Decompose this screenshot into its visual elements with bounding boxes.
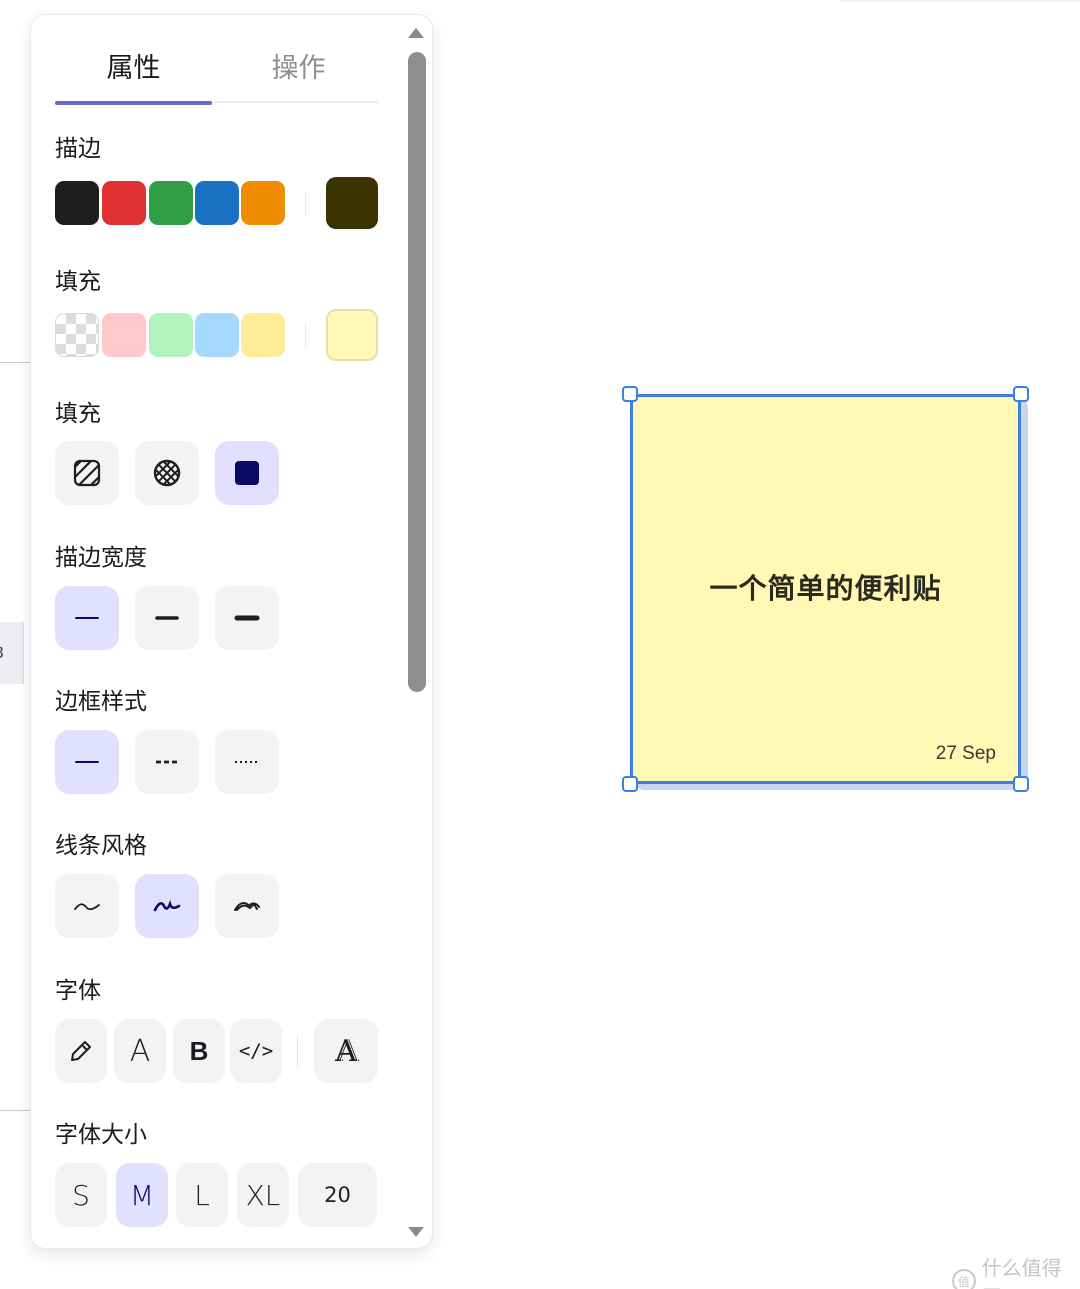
- architect-icon: [74, 903, 100, 911]
- font-size-section-title: 字体大小: [55, 1122, 147, 1148]
- tab-properties[interactable]: 属性: [55, 37, 212, 105]
- fill-color-light-yellow[interactable]: [241, 313, 285, 357]
- stroke-style-section-title: 边框样式: [55, 689, 147, 715]
- normal-font-icon: A: [129, 1033, 151, 1069]
- font-hand-drawn[interactable]: [55, 1019, 107, 1083]
- stroke-style-dashed[interactable]: [135, 730, 199, 794]
- font-bold[interactable]: B: [173, 1019, 225, 1083]
- bold-line-icon: [155, 616, 179, 620]
- thin-line-icon: [75, 617, 99, 619]
- font-divider: [297, 1035, 298, 1067]
- scroll-up-arrow-icon[interactable]: [408, 28, 424, 38]
- resize-handle-bottom-right[interactable]: [1013, 776, 1029, 792]
- font-code[interactable]: </>: [230, 1019, 282, 1083]
- stroke-color-black[interactable]: [55, 181, 99, 225]
- tab-actions[interactable]: 操作: [220, 37, 377, 103]
- watermark-text: 什么值得买: [981, 1256, 1062, 1289]
- hand-drawn-pencil-icon: [71, 1041, 91, 1061]
- stroke-color-red[interactable]: [102, 181, 146, 225]
- whiteboard-canvas[interactable]: 3 属性 操作 描边 填充 填充: [0, 0, 1080, 1289]
- solid-line-icon: [75, 761, 99, 763]
- stroke-width-bold[interactable]: [135, 586, 199, 650]
- resize-handle-bottom-left[interactable]: [622, 776, 638, 792]
- solid-fill-icon: [235, 461, 259, 485]
- stroke-section-title: 描边: [55, 136, 101, 162]
- sticky-note-text[interactable]: 一个简单的便利贴: [633, 567, 1018, 607]
- cartoonist-icon: [234, 902, 260, 911]
- fill-style-section-title: 填充: [55, 401, 101, 427]
- sticky-note-date: 27 Sep: [935, 743, 996, 764]
- font-size-l[interactable]: L: [176, 1163, 228, 1227]
- font-size-s[interactable]: S: [55, 1163, 107, 1227]
- fill-section-title: 填充: [55, 269, 101, 295]
- properties-panel: 属性 操作 描边 填充 填充 描边宽度 边框样式 线条风格 字体 A B </>…: [31, 15, 432, 1248]
- sloppiness-architect[interactable]: [55, 874, 119, 938]
- font-picker-button[interactable]: A: [314, 1019, 378, 1083]
- swatch-divider: [305, 323, 306, 347]
- sloppiness-cartoonist[interactable]: [215, 874, 279, 938]
- stroke-width-section-title: 描边宽度: [55, 545, 147, 571]
- resize-handle-top-left[interactable]: [622, 386, 638, 402]
- font-size-input[interactable]: 20: [298, 1163, 377, 1227]
- panel-tabs: 属性 操作: [55, 37, 378, 105]
- background-connector-line: [0, 362, 32, 363]
- stroke-color-green[interactable]: [149, 181, 193, 225]
- fill-style-solid[interactable]: [215, 441, 279, 505]
- watermark-logo-icon: 值: [952, 1269, 976, 1289]
- dotted-line-icon: [235, 761, 259, 763]
- sloppiness-section-title: 线条风格: [55, 833, 147, 859]
- font-normal[interactable]: A: [114, 1019, 166, 1083]
- font-family-section-title: 字体: [55, 978, 101, 1004]
- cross-hatch-fill-icon: [153, 459, 181, 487]
- dashed-line-icon: [156, 760, 178, 764]
- font-size-xl[interactable]: XL: [237, 1163, 289, 1227]
- swatch-divider: [305, 191, 306, 215]
- fill-color-light-green[interactable]: [149, 313, 193, 357]
- background-connector-line: [0, 1110, 32, 1111]
- scroll-down-arrow-icon[interactable]: [408, 1227, 424, 1237]
- sticky-note[interactable]: 一个简单的便利贴 27 Sep: [630, 394, 1021, 784]
- fill-color-transparent[interactable]: [55, 313, 99, 357]
- stroke-color-blue[interactable]: [195, 181, 239, 225]
- font-size-m[interactable]: M: [116, 1163, 168, 1227]
- watermark: 值 什么值得买: [952, 1252, 1080, 1289]
- bold-font-icon: B: [189, 1035, 209, 1066]
- fill-color-pink[interactable]: [102, 313, 146, 357]
- artist-icon: [153, 899, 181, 912]
- fill-color-light-blue[interactable]: [195, 313, 239, 357]
- hatch-fill-icon: [73, 459, 101, 487]
- background-element[interactable]: 3: [0, 622, 24, 684]
- sloppiness-artist[interactable]: [135, 874, 199, 938]
- stroke-style-dotted[interactable]: [215, 730, 279, 794]
- fill-style-cross-hatch[interactable]: [135, 441, 199, 505]
- background-chip-text: 3: [0, 643, 4, 662]
- stroke-style-solid[interactable]: [55, 730, 119, 794]
- stroke-width-thin[interactable]: [55, 586, 119, 650]
- top-divider: [840, 0, 1080, 2]
- stroke-width-extra-bold[interactable]: [215, 586, 279, 650]
- stroke-color-orange[interactable]: [241, 181, 285, 225]
- stroke-color-current[interactable]: [326, 177, 378, 229]
- code-font-icon: </>: [238, 1040, 274, 1062]
- fill-style-hatch[interactable]: [55, 441, 119, 505]
- panel-scrollbar-thumb[interactable]: [408, 52, 426, 692]
- extra-bold-line-icon: [234, 615, 260, 621]
- font-picker-icon: A: [335, 1033, 357, 1069]
- resize-handle-top-right[interactable]: [1013, 386, 1029, 402]
- fill-color-current[interactable]: [326, 309, 378, 361]
